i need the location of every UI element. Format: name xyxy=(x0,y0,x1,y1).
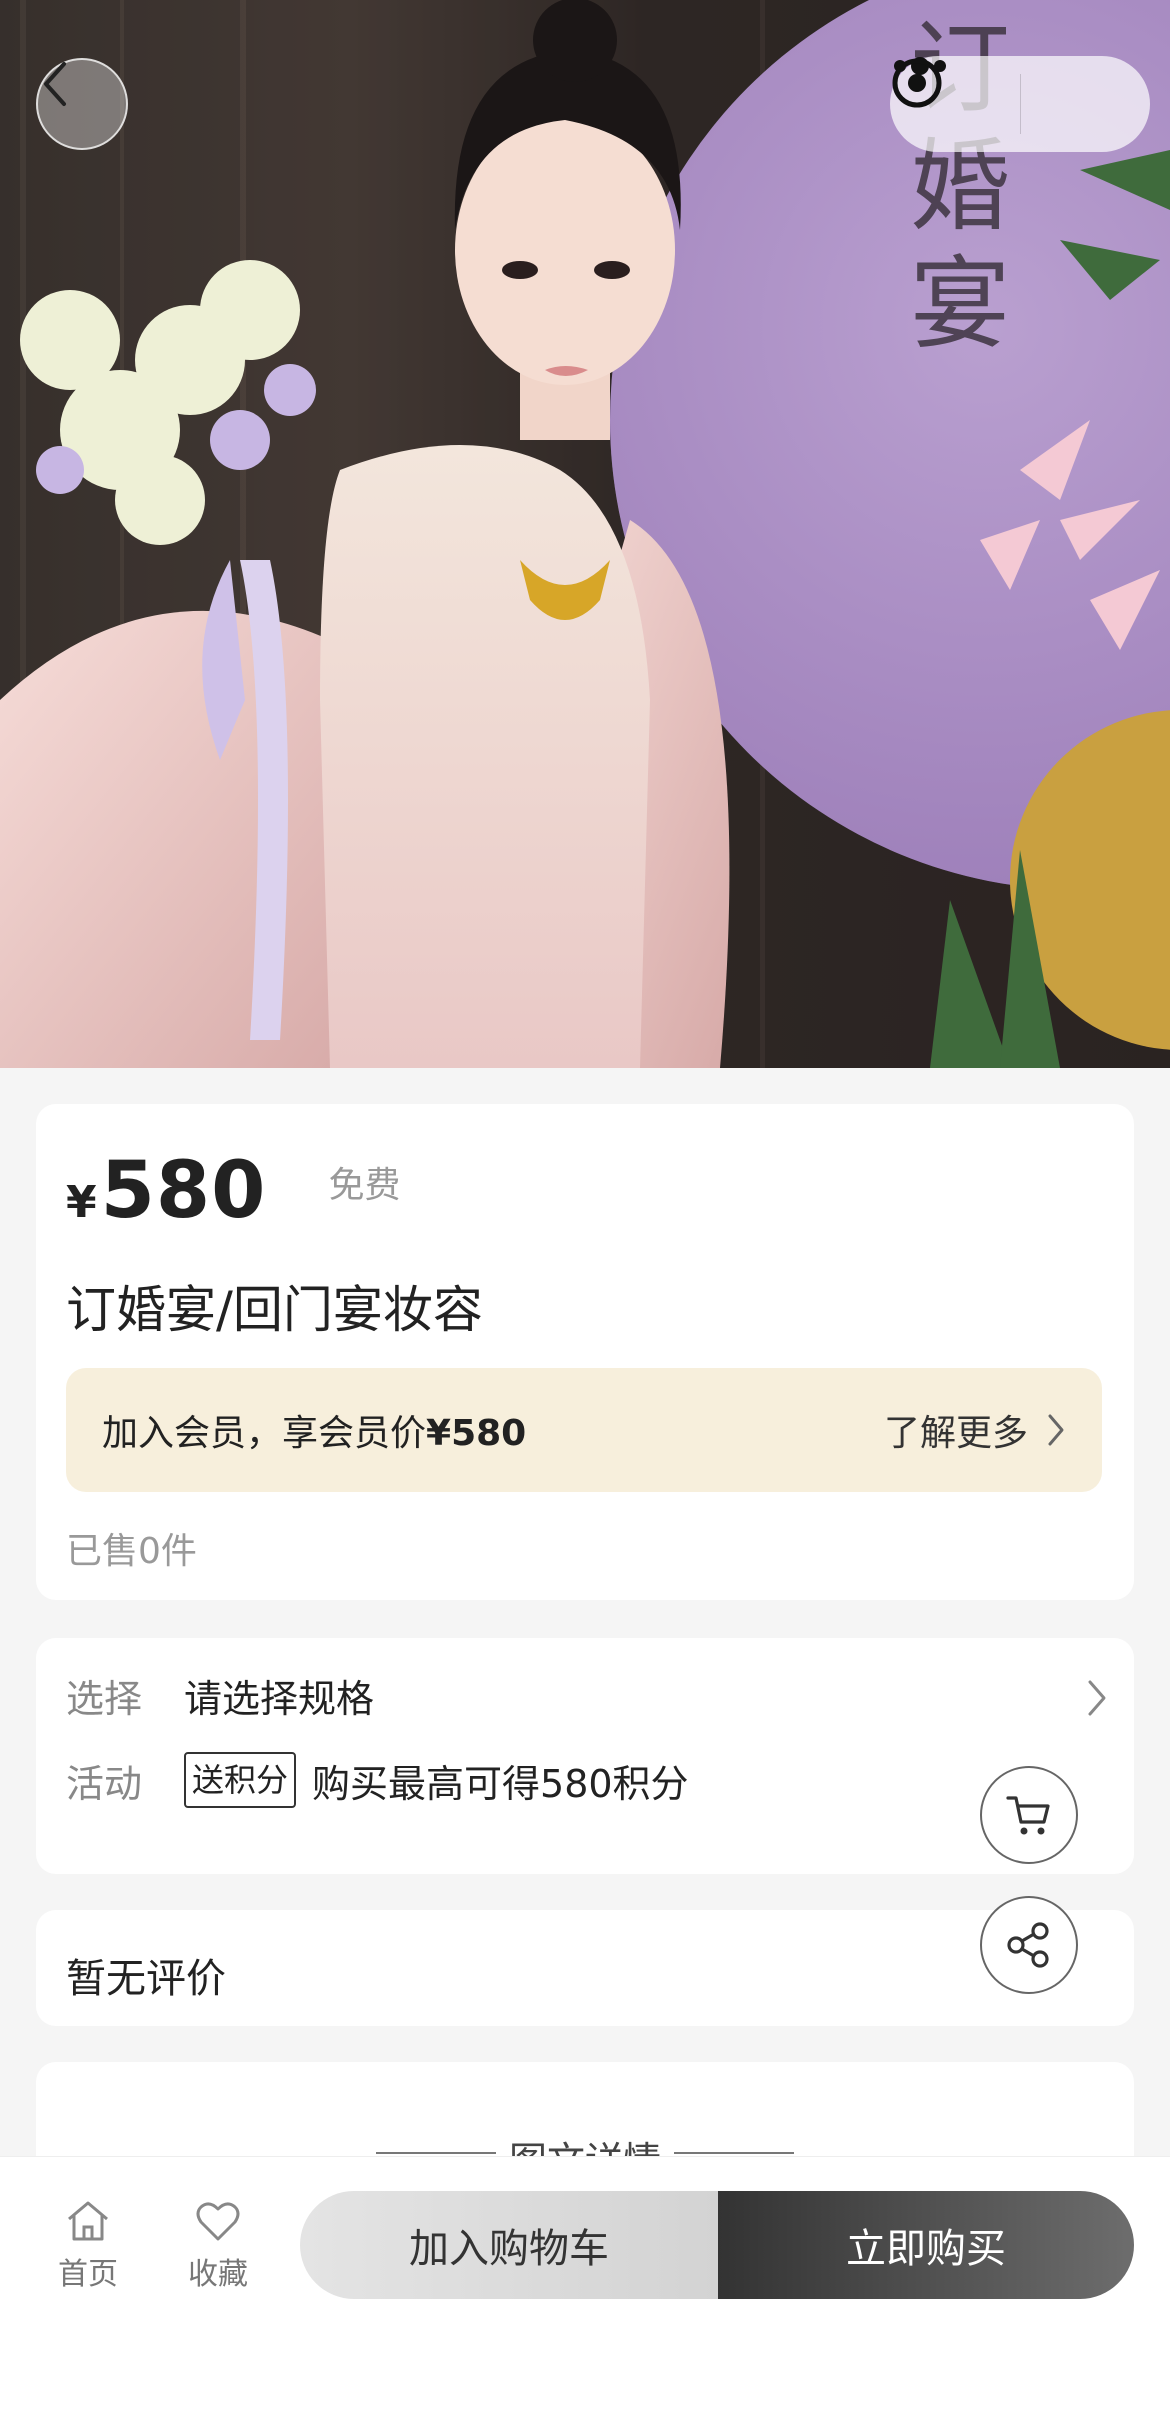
learn-more-link[interactable]: 了解更多 xyxy=(884,1404,1066,1456)
close-miniprogram-button[interactable] xyxy=(892,56,1151,152)
activity-row: 活动 送积分 购买最高可得580积分 xyxy=(66,1752,689,1808)
review-text: 暂无评价 xyxy=(66,1956,226,2002)
chevron-right-icon xyxy=(1048,1414,1064,1446)
bottom-action-bar: 首页 收藏 加入购物车 立即购买 xyxy=(0,2156,1170,2430)
tab-home-label: 首页 xyxy=(58,2257,118,2292)
cart-icon xyxy=(1006,1796,1050,1835)
member-text: 加入会员，享会员价¥580 xyxy=(102,1404,526,1456)
back-button[interactable] xyxy=(36,58,128,150)
member-price: ¥580 xyxy=(426,1413,527,1454)
price-card: ¥ 580 免费 订婚宴/回门宴妆容 加入会员，享会员价¥580 了解更多 已售… xyxy=(36,1104,1134,1600)
price-value: 580 xyxy=(100,1146,267,1236)
tab-favorite[interactable]: 收藏 xyxy=(168,2199,268,2293)
floating-cart-button[interactable] xyxy=(980,1766,1078,1864)
spec-card: 选择 请选择规格 活动 送积分 购买最高可得580积分 xyxy=(36,1638,1134,1874)
sold-count: 已售0件 xyxy=(66,1531,197,1572)
add-to-cart-button[interactable]: 加入购物车 xyxy=(300,2191,718,2299)
currency-symbol: ¥ xyxy=(66,1177,97,1228)
floating-share-button[interactable] xyxy=(980,1896,1078,1994)
spec-label: 选择 xyxy=(66,1677,143,1721)
chevron-left-icon xyxy=(44,62,66,106)
share-icon xyxy=(1007,1922,1049,1968)
product-image: 订婚宴 xyxy=(0,0,1170,1068)
detail-divider-right xyxy=(674,2152,794,2154)
activity-text: 购买最高可得580积分 xyxy=(312,1761,689,1806)
chevron-right-icon[interactable] xyxy=(1086,1678,1108,1718)
price-tag: 免费 xyxy=(328,1165,401,1206)
heart-icon xyxy=(196,2202,240,2241)
member-text-prefix: 加入会员，享会员价 xyxy=(102,1413,427,1454)
tab-home[interactable]: 首页 xyxy=(38,2199,138,2293)
points-badge: 送积分 xyxy=(184,1752,297,1808)
spec-value: 请选择规格 xyxy=(184,1677,375,1721)
tab-favorite-label: 收藏 xyxy=(188,2257,248,2292)
review-card[interactable]: 暂无评价 xyxy=(36,1910,1134,2026)
mini-program-capsule xyxy=(890,56,1150,152)
product-title: 订婚宴/回门宴妆容 xyxy=(66,1281,483,1339)
price-row: ¥ 580 免费 xyxy=(66,1146,400,1236)
spec-select-row[interactable]: 选择 请选择规格 xyxy=(66,1668,374,1723)
activity-label: 活动 xyxy=(66,1761,143,1806)
learn-more-label: 了解更多 xyxy=(883,1413,1028,1454)
buy-now-button[interactable]: 立即购买 xyxy=(718,2191,1134,2299)
home-icon xyxy=(68,2201,108,2241)
member-banner[interactable]: 加入会员，享会员价¥580 了解更多 xyxy=(66,1368,1102,1492)
target-close-icon xyxy=(892,58,942,108)
